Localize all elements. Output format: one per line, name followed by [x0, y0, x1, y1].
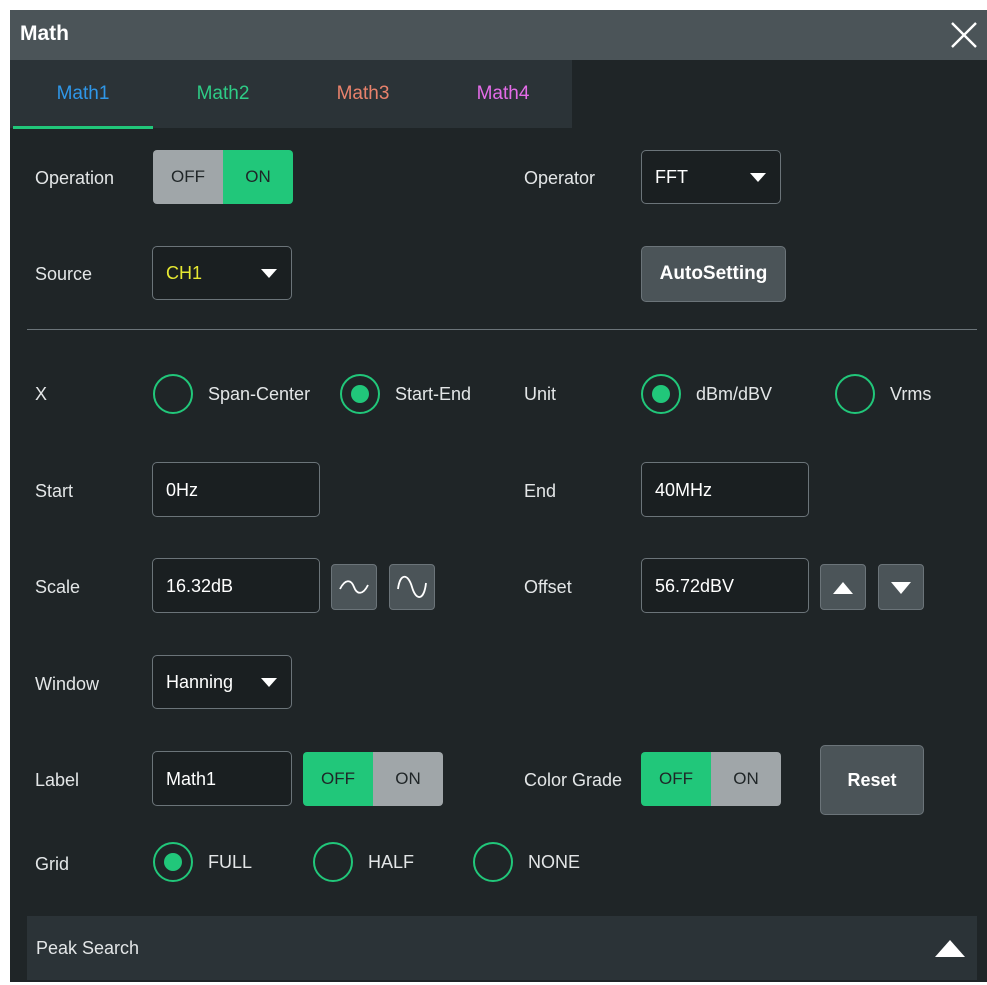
label-off-option[interactable]: OFF: [303, 752, 373, 806]
window-value: Hanning: [166, 672, 234, 692]
radio-selected-dot: [652, 385, 670, 403]
x-span-center-label: Span-Center: [208, 384, 311, 404]
scale-input[interactable]: 16.32dB: [152, 558, 320, 613]
tab-bar: Math1 Math2 Math3 Math4: [10, 60, 572, 128]
chevron-down-icon: [750, 173, 766, 182]
x-span-center-radio[interactable]: [153, 374, 193, 414]
chevron-down-icon: [261, 269, 277, 278]
label-toggle[interactable]: OFF ON: [303, 752, 443, 806]
autosetting-button[interactable]: AutoSetting: [641, 246, 786, 302]
peak-search-label: Peak Search: [36, 938, 140, 958]
tab-label: Math2: [196, 83, 250, 104]
label-on-option[interactable]: ON: [373, 752, 443, 806]
color-grade-off-option[interactable]: OFF: [641, 752, 711, 806]
source-value: CH1: [166, 263, 203, 283]
color-grade-toggle[interactable]: OFF ON: [641, 752, 781, 806]
tab-math2[interactable]: Math2: [153, 60, 293, 128]
section-divider: [27, 329, 977, 330]
dialog-title: Math: [20, 22, 69, 45]
grid-full-radio[interactable]: [153, 842, 193, 882]
radio-selected-dot: [351, 385, 369, 403]
start-label: Start: [35, 481, 74, 501]
grid-none-radio[interactable]: [473, 842, 513, 882]
scale-coarse-icon[interactable]: [331, 564, 377, 610]
operator-value: FFT: [655, 167, 688, 187]
unit-vrms-label: Vrms: [890, 384, 932, 404]
unit-dbm-radio[interactable]: [641, 374, 681, 414]
grid-none-label: NONE: [528, 852, 581, 872]
reset-label: Reset: [847, 770, 897, 790]
source-dropdown[interactable]: CH1: [152, 246, 292, 300]
label-input[interactable]: Math1: [152, 751, 292, 806]
end-label: End: [524, 481, 557, 501]
label-label: Label: [35, 770, 80, 790]
window-dropdown[interactable]: Hanning: [152, 655, 292, 709]
scale-fine-icon[interactable]: [389, 564, 435, 610]
offset-input[interactable]: 56.72dBV: [641, 558, 809, 613]
start-input[interactable]: 0Hz: [152, 462, 320, 517]
close-icon[interactable]: [949, 20, 979, 50]
offset-value: 56.72dBV: [655, 576, 735, 596]
operator-label: Operator: [524, 168, 596, 188]
tab-label: Math4: [476, 83, 530, 104]
x-start-end-label: Start-End: [395, 384, 472, 404]
start-value: 0Hz: [166, 480, 199, 500]
grid-half-radio[interactable]: [313, 842, 353, 882]
color-grade-label: Color Grade: [524, 770, 623, 790]
tab-math1[interactable]: Math1: [13, 60, 153, 128]
chevron-down-icon: [261, 678, 277, 687]
scale-value: 16.32dB: [166, 576, 234, 596]
x-start-end-radio[interactable]: [340, 374, 380, 414]
tab-label: Math1: [56, 83, 110, 104]
tab-math3[interactable]: Math3: [293, 60, 433, 128]
operator-dropdown[interactable]: FFT: [641, 150, 781, 204]
operation-label: Operation: [35, 168, 115, 188]
tab-math4[interactable]: Math4: [433, 60, 573, 128]
chevron-up-icon: [935, 940, 965, 957]
title-bar: Math: [10, 10, 987, 60]
end-input[interactable]: 40MHz: [641, 462, 809, 517]
source-label: Source: [35, 264, 93, 284]
peak-search-bar[interactable]: Peak Search: [27, 916, 977, 980]
operation-toggle[interactable]: OFF ON: [153, 150, 293, 204]
unit-vrms-radio[interactable]: [835, 374, 875, 414]
scale-label: Scale: [35, 577, 81, 597]
grid-label: Grid: [35, 854, 70, 874]
window-label: Window: [35, 674, 100, 694]
offset-down-icon[interactable]: [878, 564, 924, 610]
operation-off-option[interactable]: OFF: [153, 150, 223, 204]
grid-full-label: FULL: [208, 852, 253, 872]
label-value: Math1: [166, 769, 217, 789]
reset-button[interactable]: Reset: [820, 745, 924, 815]
color-grade-on-option[interactable]: ON: [711, 752, 781, 806]
autosetting-label: AutoSetting: [659, 263, 768, 284]
tab-label: Math3: [336, 83, 390, 104]
unit-dbm-label: dBm/dBV: [696, 384, 773, 404]
grid-half-label: HALF: [368, 852, 415, 872]
end-value: 40MHz: [655, 480, 713, 500]
offset-label: Offset: [524, 577, 572, 597]
unit-label: Unit: [524, 384, 557, 404]
x-label: X: [35, 384, 48, 404]
operation-on-option[interactable]: ON: [223, 150, 293, 204]
tab-selected-indicator: [13, 126, 153, 129]
radio-selected-dot: [164, 853, 182, 871]
offset-up-icon[interactable]: [820, 564, 866, 610]
math-dialog: Math Math1 Math2 Math3 Math4 Operation O…: [10, 10, 987, 982]
